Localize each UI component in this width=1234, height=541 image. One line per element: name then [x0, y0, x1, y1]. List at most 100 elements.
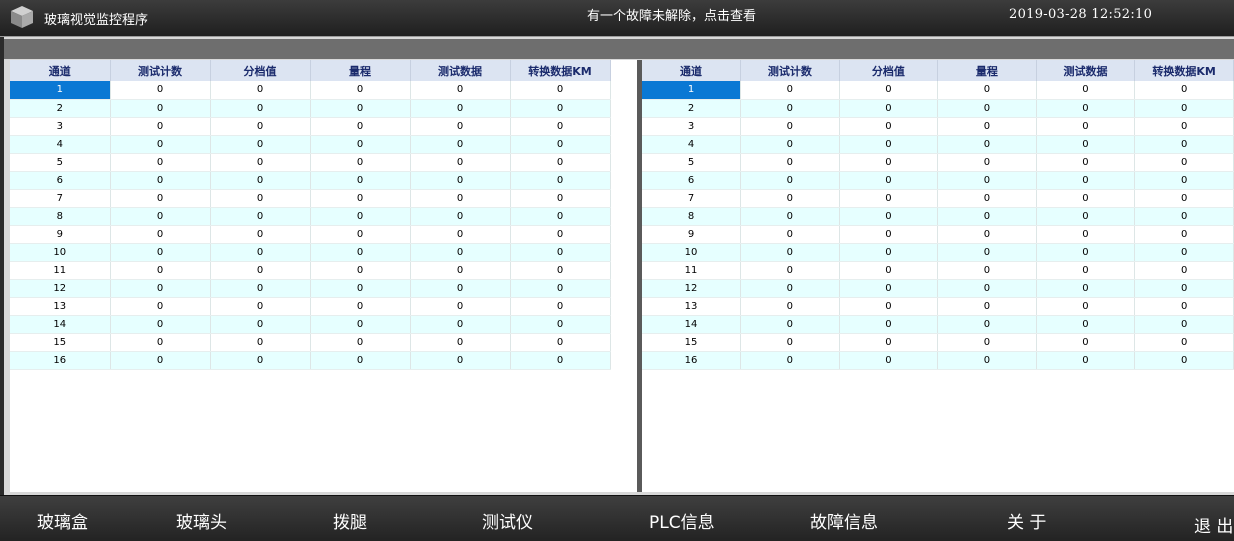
- table-cell[interactable]: 0: [210, 153, 311, 172]
- table-cell[interactable]: 0: [1036, 315, 1136, 334]
- table-cell[interactable]: 0: [310, 279, 411, 298]
- channel-cell[interactable]: 11: [10, 261, 111, 280]
- table-cell[interactable]: 0: [310, 99, 411, 118]
- table-cell[interactable]: 0: [210, 243, 311, 262]
- table-cell[interactable]: 0: [1134, 279, 1234, 298]
- table-cell[interactable]: 0: [1134, 225, 1234, 244]
- table-cell[interactable]: 0: [839, 261, 939, 280]
- table-cell[interactable]: 0: [510, 279, 611, 298]
- table-cell[interactable]: 0: [937, 225, 1037, 244]
- table-cell[interactable]: 0: [510, 135, 611, 154]
- table-cell[interactable]: 0: [510, 261, 611, 280]
- column-header[interactable]: 量程: [310, 60, 411, 81]
- table-cell[interactable]: 0: [210, 261, 311, 280]
- table-cell[interactable]: 0: [937, 207, 1037, 226]
- table-cell[interactable]: 0: [410, 333, 511, 352]
- table-cell[interactable]: 0: [310, 315, 411, 334]
- table-cell[interactable]: 0: [1134, 189, 1234, 208]
- table-cell[interactable]: 0: [210, 81, 311, 100]
- channel-cell[interactable]: 8: [10, 207, 111, 226]
- table-cell[interactable]: 0: [110, 153, 211, 172]
- table-cell[interactable]: 0: [510, 99, 611, 118]
- table-cell[interactable]: 0: [1036, 189, 1136, 208]
- table-cell[interactable]: 0: [740, 117, 840, 136]
- table-cell[interactable]: 0: [839, 225, 939, 244]
- table-cell[interactable]: 0: [210, 117, 311, 136]
- table-row[interactable]: 600000: [10, 171, 611, 190]
- table-cell[interactable]: 0: [937, 243, 1037, 262]
- column-header[interactable]: 转换数据KM: [1134, 60, 1234, 81]
- table-cell[interactable]: 0: [110, 225, 211, 244]
- table-cell[interactable]: 0: [839, 315, 939, 334]
- table-cell[interactable]: 0: [740, 315, 840, 334]
- table-cell[interactable]: 0: [1134, 99, 1234, 118]
- column-header[interactable]: 量程: [937, 60, 1037, 81]
- table-cell[interactable]: 0: [1036, 243, 1136, 262]
- table-cell[interactable]: 0: [510, 297, 611, 316]
- table-row[interactable]: 400000: [10, 135, 611, 154]
- table-row[interactable]: 12 0 0 0 0 0: [642, 279, 1234, 298]
- table-cell[interactable]: 0: [1134, 153, 1234, 172]
- nav-about-button[interactable]: 关 于: [1007, 508, 1046, 533]
- table-row[interactable]: 900000: [10, 225, 611, 244]
- table-row[interactable]: 100000: [642, 81, 1234, 100]
- column-header[interactable]: 分档值: [839, 60, 939, 81]
- table-cell[interactable]: 0: [740, 351, 840, 370]
- table-cell[interactable]: 0: [937, 135, 1037, 154]
- channel-cell[interactable]: 1: [642, 81, 742, 100]
- table-cell[interactable]: 0: [839, 333, 939, 352]
- nav-glass-head-button[interactable]: 玻璃头: [176, 508, 227, 533]
- table-cell[interactable]: 0: [310, 171, 411, 190]
- channel-cell[interactable]: 14: [10, 315, 111, 334]
- channel-cell[interactable]: 12: [10, 279, 111, 298]
- table-cell[interactable]: 0: [510, 117, 611, 136]
- nav-tester-button[interactable]: 测试仪: [482, 508, 533, 533]
- table-cell[interactable]: 0: [110, 207, 211, 226]
- table-cell[interactable]: 0: [1134, 243, 1234, 262]
- column-header[interactable]: 测试数据: [410, 60, 511, 81]
- table-row[interactable]: 800000: [642, 207, 1234, 226]
- channel-cell[interactable]: 7: [10, 189, 111, 208]
- table-cell[interactable]: 0: [839, 351, 939, 370]
- table-cell[interactable]: 0: [1134, 135, 1234, 154]
- channel-cell[interactable]: 5: [10, 153, 111, 172]
- table-cell[interactable]: 0: [410, 189, 511, 208]
- table-row[interactable]: 12 0 0 0 0 0: [10, 279, 611, 298]
- table-cell[interactable]: 0: [510, 207, 611, 226]
- table-cell[interactable]: 0: [110, 261, 211, 280]
- table-row[interactable]: 13 0 0 0 0 0: [642, 297, 1234, 316]
- column-header[interactable]: 转换数据KM: [510, 60, 611, 81]
- table-cell[interactable]: 0: [1036, 261, 1136, 280]
- table-cell[interactable]: 0: [740, 135, 840, 154]
- column-header[interactable]: 测试计数: [110, 60, 211, 81]
- table-cell[interactable]: 0: [410, 171, 511, 190]
- column-header[interactable]: 分档值: [210, 60, 311, 81]
- table-cell[interactable]: 0: [1134, 261, 1234, 280]
- table-cell[interactable]: 0: [740, 333, 840, 352]
- table-cell[interactable]: 0: [510, 189, 611, 208]
- table-cell[interactable]: 0: [210, 189, 311, 208]
- table-row[interactable]: 500000: [642, 153, 1234, 172]
- column-header[interactable]: 通道: [642, 60, 742, 81]
- table-cell[interactable]: 0: [937, 117, 1037, 136]
- table-cell[interactable]: 0: [1036, 225, 1136, 244]
- table-cell[interactable]: 0: [937, 297, 1037, 316]
- table-row[interactable]: 15 0 0 0 0 0: [10, 333, 611, 352]
- table-cell[interactable]: 0: [510, 81, 611, 100]
- channel-cell[interactable]: 6: [10, 171, 111, 190]
- channel-cell[interactable]: 4: [642, 135, 742, 154]
- channel-cell[interactable]: 6: [642, 171, 742, 190]
- table-cell[interactable]: 0: [310, 351, 411, 370]
- table-cell[interactable]: 0: [410, 243, 511, 262]
- table-row[interactable]: 700000: [10, 189, 611, 208]
- table-row[interactable]: 16 0 0 0 0 0: [10, 351, 611, 370]
- channel-cell[interactable]: 13: [10, 297, 111, 316]
- table-cell[interactable]: 0: [110, 171, 211, 190]
- table-cell[interactable]: 0: [410, 81, 511, 100]
- channel-cell[interactable]: 7: [642, 189, 742, 208]
- table-cell[interactable]: 0: [839, 117, 939, 136]
- table-cell[interactable]: 0: [310, 207, 411, 226]
- channel-cell[interactable]: 2: [642, 99, 742, 118]
- channel-cell[interactable]: 5: [642, 153, 742, 172]
- table-cell[interactable]: 0: [740, 207, 840, 226]
